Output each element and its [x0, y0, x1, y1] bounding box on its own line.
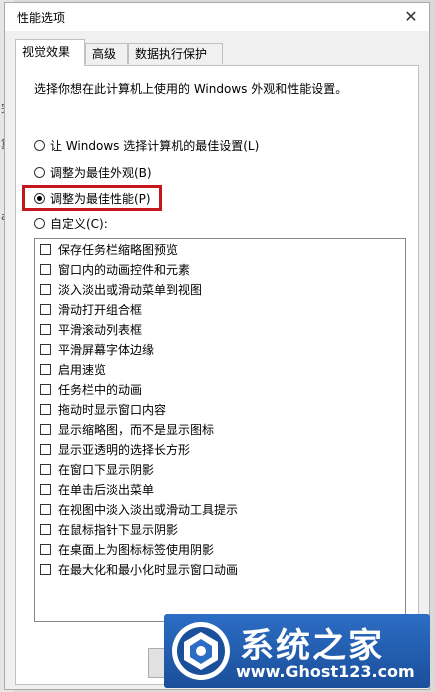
list-item[interactable]: 在窗口下显示阴影 [35, 459, 405, 479]
checkbox[interactable] [40, 423, 51, 435]
list-item-label: 淡入淡出或滑动菜单到视图 [58, 282, 203, 297]
site-watermark: 系统之家 www.Ghost123.com [164, 614, 430, 688]
close-icon: ✕ [404, 7, 418, 26]
checkbox[interactable] [40, 523, 51, 535]
performance-options-dialog: 性能选项 ✕ 视觉效果 高级 数据执行保护 选择你想在此计算机上使用的 Wind… [4, 2, 430, 690]
radio-button[interactable] [34, 217, 45, 229]
list-item-label: 平滑屏幕字体边缘 [58, 342, 155, 357]
tab-data-execution-prevention[interactable]: 数据执行保护 [128, 43, 223, 64]
list-item-label: 在单击后淡出菜单 [58, 482, 155, 497]
checkbox[interactable] [40, 363, 51, 375]
checkbox[interactable] [40, 403, 51, 415]
list-item[interactable]: 显示缩略图，而不是显示图标 [35, 419, 405, 439]
checkbox[interactable] [40, 383, 51, 395]
list-item-label: 显示缩略图，而不是显示图标 [58, 422, 215, 437]
list-item-label: 平滑滚动列表框 [58, 322, 143, 337]
checkbox[interactable] [40, 443, 51, 455]
radio-button[interactable] [34, 166, 45, 178]
list-item[interactable]: 任务栏中的动画 [35, 379, 405, 399]
window-title: 性能选项 [17, 11, 66, 25]
title-bar[interactable]: 性能选项 ✕ [5, 3, 429, 32]
list-item-label: 窗口内的动画控件和元素 [58, 262, 191, 277]
checkbox[interactable] [40, 343, 51, 355]
checkbox[interactable] [40, 503, 51, 515]
list-item-label: 在桌面上为图标标签使用阴影 [58, 542, 215, 557]
list-item[interactable]: 窗口内的动画控件和元素 [35, 259, 405, 279]
list-item-label: 拖动时显示窗口内容 [58, 402, 167, 417]
visual-effects-list[interactable]: 保存任务栏缩略图预览 窗口内的动画控件和元素 淡入淡出或滑动菜单到视图 滑动打开组合框… [34, 238, 406, 622]
checkbox[interactable] [40, 463, 51, 475]
radio-let-windows-choose[interactable]: 让 Windows 选择计算机的最佳设置(L) [34, 136, 259, 154]
checkbox[interactable] [40, 323, 51, 335]
radio-best-performance[interactable]: 调整为最佳性能(P) [34, 189, 151, 207]
radio-label: 调整为最佳外观(B) [50, 165, 152, 180]
list-item[interactable]: 在桌面上为图标标签使用阴影 [35, 539, 405, 559]
radio-button[interactable] [34, 139, 45, 151]
watermark-logo-icon [172, 622, 230, 680]
list-item-label: 在窗口下显示阴影 [58, 462, 155, 477]
list-item-label: 滑动打开组合框 [58, 302, 143, 317]
tab-label: 数据执行保护 [135, 47, 208, 61]
list-item-label: 保存任务栏缩略图预览 [58, 242, 179, 257]
visual-effects-panel: 选择你想在此计算机上使用的 Windows 外观和性能设置。 让 Windows… [15, 65, 419, 685]
tab-visual-effects[interactable]: 视觉效果 [15, 39, 85, 66]
watermark-url: www.Ghost123.com [236, 662, 415, 681]
list-item-label: 任务栏中的动画 [58, 382, 143, 397]
radio-custom[interactable]: 自定义(C): [34, 214, 108, 232]
list-item[interactable]: 保存任务栏缩略图预览 [35, 239, 405, 259]
checkbox[interactable] [40, 483, 51, 495]
list-item-label: 在视图中淡入淡出或滑动工具提示 [58, 502, 239, 517]
radio-label: 调整为最佳性能(P) [50, 191, 151, 206]
list-item-label: 显示亚透明的选择长方形 [58, 442, 191, 457]
list-item-label: 在最大化和最小化时显示窗口动画 [58, 562, 239, 577]
checkbox[interactable] [40, 243, 51, 255]
tab-label: 视觉效果 [22, 45, 71, 59]
tab-advanced[interactable]: 高级 [85, 43, 128, 64]
checkbox[interactable] [40, 563, 51, 575]
list-item-label: 在鼠标指针下显示阴影 [58, 522, 179, 537]
checkbox[interactable] [40, 283, 51, 295]
list-item[interactable]: 启用速览 [35, 359, 405, 379]
list-item[interactable]: 显示亚透明的选择长方形 [35, 439, 405, 459]
checkbox[interactable] [40, 543, 51, 555]
list-item[interactable]: 在视图中淡入淡出或滑动工具提示 [35, 499, 405, 519]
list-item[interactable]: 在最大化和最小化时显示窗口动画 [35, 559, 405, 579]
list-item[interactable]: 拖动时显示窗口内容 [35, 399, 405, 419]
radio-button-checked[interactable] [34, 192, 45, 204]
radio-label: 自定义(C): [50, 216, 108, 231]
radio-best-appearance[interactable]: 调整为最佳外观(B) [34, 163, 152, 181]
list-item[interactable]: 在鼠标指针下显示阴影 [35, 519, 405, 539]
list-item-label: 启用速览 [58, 362, 107, 377]
close-button[interactable]: ✕ [399, 5, 423, 29]
list-item[interactable]: 滑动打开组合框 [35, 299, 405, 319]
watermark-title: 系统之家 [240, 626, 384, 666]
checkbox[interactable] [40, 263, 51, 275]
list-item[interactable]: 平滑滚动列表框 [35, 319, 405, 339]
list-item[interactable]: 淡入淡出或滑动菜单到视图 [35, 279, 405, 299]
intro-text: 选择你想在此计算机上使用的 Windows 外观和性能设置。 [34, 82, 348, 96]
list-item[interactable]: 在单击后淡出菜单 [35, 479, 405, 499]
list-item[interactable]: 平滑屏幕字体边缘 [35, 339, 405, 359]
radio-label: 让 Windows 选择计算机的最佳设置(L) [50, 138, 260, 153]
tab-label: 高级 [92, 47, 117, 61]
checkbox[interactable] [40, 303, 51, 315]
